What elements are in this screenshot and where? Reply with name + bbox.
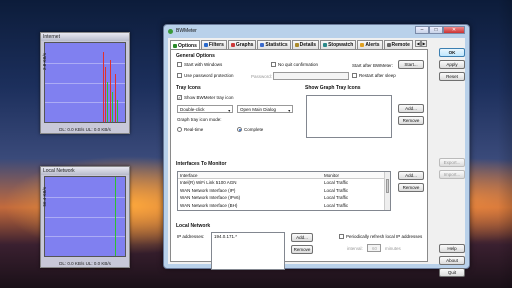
ip-addresses-list[interactable]: 194.0.171.* <box>211 232 285 270</box>
graph-tray-icons-list[interactable] <box>306 95 392 138</box>
statistics-icon <box>260 43 265 47</box>
tray-click-select[interactable]: Double-click ▼ <box>177 105 233 113</box>
graph-scale-label: 56.4 KB/s <box>42 187 47 207</box>
start-with-windows-checkbox[interactable]: Start with Windows <box>177 62 222 67</box>
options-icon <box>173 43 177 48</box>
graph-scale-label: 2.8 KB/s <box>42 53 47 71</box>
table-row[interactable]: Intel(R) WiFi Link 5100 AGN Local Traffic <box>178 179 390 187</box>
realtime-radio[interactable]: Real-time <box>177 127 203 132</box>
reset-button[interactable]: Reset <box>439 72 465 81</box>
app-icon <box>168 28 173 34</box>
chevron-down-icon: ▼ <box>227 109 231 113</box>
internet-graph <box>44 42 126 123</box>
tray-add-button[interactable]: Add... <box>398 104 424 113</box>
column-monitor[interactable]: Monitor <box>324 172 384 178</box>
no-quit-confirmation-checkbox[interactable]: No quit confirmation <box>271 62 318 67</box>
table-row[interactable]: WAN Network Interface (BH) Local Traffic <box>178 202 390 210</box>
alerts-icon <box>360 43 365 47</box>
periodic-refresh-checkbox[interactable]: Periodically refresh local IP addresses <box>339 234 422 239</box>
filters-icon <box>203 43 208 47</box>
interfaces-add-button[interactable]: Add... <box>398 171 424 180</box>
table-row[interactable]: WAN Network Interface (IP) Local Traffic <box>178 187 390 195</box>
interfaces-remove-button[interactable]: Remove <box>398 183 424 192</box>
column-interface[interactable]: Interface <box>178 172 324 178</box>
tray-icons-heading: Tray Icons <box>176 85 201 91</box>
tab-scroll-arrows: ◀ ▶ <box>415 40 427 47</box>
scrollbar-thumb[interactable] <box>386 179 389 193</box>
password-field[interactable] <box>273 72 349 80</box>
gadget-footer: DL: 0.0 KB/s UL: 0.0 KB/s <box>59 261 111 266</box>
graph-tray-mode-label: Graph tray icon mode: <box>177 117 222 122</box>
help-button[interactable]: Help <box>439 244 465 253</box>
tab-remote[interactable]: Remote <box>383 40 413 49</box>
gadget-title: Internet <box>41 33 129 41</box>
window-controls: – □ ✕ <box>415 26 465 34</box>
tab-graphs[interactable]: Graphs <box>227 40 257 49</box>
ip-addresses-label: IP addresses: <box>177 234 205 239</box>
dialog-client: Options Filters Graphs Statistics Detail… <box>168 38 465 277</box>
interval-field[interactable]: 60 <box>367 244 381 252</box>
tray-action-select[interactable]: Open Main Dialog ▼ <box>237 105 293 113</box>
chevron-down-icon: ▼ <box>287 109 291 113</box>
about-button[interactable]: About <box>439 256 465 265</box>
table-header: Interface Monitor <box>178 172 390 179</box>
tab-stopwatch[interactable]: Stopwatch <box>320 40 357 49</box>
interfaces-scrollbar[interactable] <box>384 172 390 210</box>
tab-alerts[interactable]: Alerts <box>357 40 383 49</box>
gadget-footer: DL: 0.0 KB/s UL: 0.0 KB/s <box>59 127 111 132</box>
use-password-checkbox[interactable]: Use password protection <box>177 73 234 78</box>
sidebar-edge <box>498 0 512 288</box>
export-button[interactable]: Export... <box>439 158 465 167</box>
complete-radio[interactable]: Complete <box>237 127 263 132</box>
local-network-graph <box>44 176 126 257</box>
tray-remove-button[interactable]: Remove <box>398 116 424 125</box>
restart-after-sleep-checkbox[interactable]: Restart after sleep <box>352 73 396 78</box>
local-network-heading: Local Network <box>176 223 211 229</box>
general-options-heading: General Options <box>176 53 215 59</box>
quit-button[interactable]: Quit <box>439 268 465 277</box>
ip-add-button[interactable]: Add... <box>291 233 313 242</box>
minutes-label: minutes <box>385 246 401 251</box>
stopwatch-icon <box>323 43 328 47</box>
tab-details[interactable]: Details <box>291 40 320 49</box>
tab-strip: Options Filters Graphs Statistics Detail… <box>170 40 428 50</box>
gadget-title: Local Network <box>41 167 129 175</box>
apply-button[interactable]: Apply <box>439 60 465 69</box>
start-button[interactable]: Start... <box>398 60 424 69</box>
close-button[interactable]: ✕ <box>443 26 465 34</box>
interval-label: interval: <box>347 246 363 251</box>
ok-button[interactable]: OK <box>439 48 465 57</box>
graphs-icon <box>230 43 235 47</box>
show-tray-icon-checkbox[interactable]: ✓ Show BWMeter tray icon <box>177 95 234 100</box>
window-title: BWMeter <box>176 28 197 34</box>
list-item[interactable]: 194.0.171.* <box>214 234 237 239</box>
internet-gadget[interactable]: Internet 2.8 KB/s DL: 0.0 KB/s UL: 0.0 K… <box>40 32 130 134</box>
table-row[interactable]: WAN Network Interface (IPv6) Local Traffi… <box>178 194 390 202</box>
local-network-gadget[interactable]: Local Network 56.4 KB/s DL: 0.0 KB/s UL:… <box>40 166 130 268</box>
graph-tray-icons-heading: Show Graph Tray Icons <box>305 85 361 91</box>
remote-icon <box>386 43 391 47</box>
bwmeter-window: BWMeter – □ ✕ Options Filters Graphs Sta… <box>163 24 470 277</box>
tab-filters[interactable]: Filters <box>200 40 227 49</box>
tab-statistics[interactable]: Statistics <box>257 40 291 49</box>
details-icon <box>294 43 299 47</box>
interfaces-table[interactable]: Interface Monitor Intel(R) WiFi Link 510… <box>177 171 391 211</box>
options-panel: General Options Start with Windows No qu… <box>170 49 428 270</box>
password-label: Password: <box>251 74 273 79</box>
tab-scroll-right-button[interactable]: ▶ <box>421 40 427 47</box>
minimize-button[interactable]: – <box>415 26 429 34</box>
import-button[interactable]: Import... <box>439 170 465 179</box>
interfaces-heading: Interfaces To Monitor <box>176 161 227 167</box>
start-after-label: Start after BWMeter: <box>352 63 394 68</box>
ip-remove-button[interactable]: Remove <box>291 245 313 254</box>
maximize-button[interactable]: □ <box>429 26 443 34</box>
